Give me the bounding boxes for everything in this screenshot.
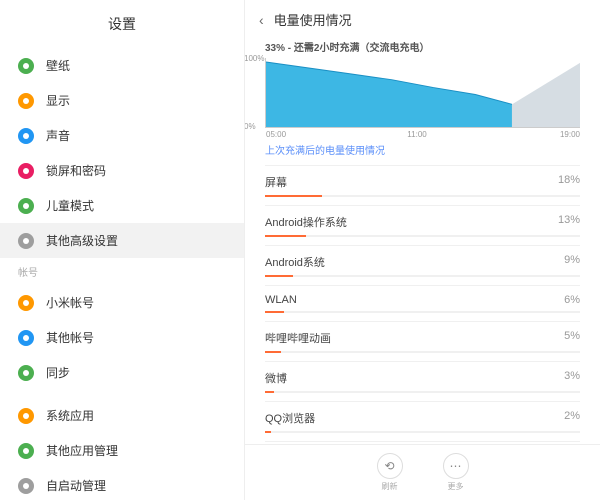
usage-name: QQ浏览器 — [265, 410, 315, 426]
menu-label: 系统应用 — [46, 407, 94, 424]
usage-item[interactable]: 哔哩哔哩动画 5% — [265, 321, 580, 361]
usage-name: 微博 — [265, 370, 287, 386]
usage-bar — [265, 391, 580, 393]
more-button[interactable]: ⋯ 更多 — [443, 453, 469, 492]
usage-name: Android系统 — [265, 254, 325, 270]
usage-name: WLAN — [265, 294, 297, 306]
sidebar-item-小米帐号[interactable]: 小米帐号 — [0, 285, 244, 320]
sidebar-item-自启动管理[interactable]: 自启动管理 — [0, 468, 244, 500]
usage-pct: 3% — [564, 370, 580, 386]
sidebar-item-其他应用管理[interactable]: 其他应用管理 — [0, 433, 244, 468]
sidebar-item-系统应用[interactable]: 系统应用 — [0, 398, 244, 433]
usage-pct: 13% — [558, 214, 580, 230]
usage-bar — [265, 351, 580, 353]
menu-icon — [18, 478, 34, 494]
sidebar-item-儿童模式[interactable]: 儿童模式 — [0, 188, 244, 223]
usage-item[interactable]: 屏幕 18% — [265, 165, 580, 205]
refresh-icon: ⟲ — [377, 453, 403, 479]
menu-label: 儿童模式 — [46, 197, 94, 214]
battery-chart: 100% 0% 05:00 11:00 19:00 — [265, 58, 580, 128]
menu-label: 其他高级设置 — [46, 232, 118, 249]
usage-bar — [265, 431, 580, 433]
usage-pct: 9% — [564, 254, 580, 270]
menu-label: 锁屏和密码 — [46, 162, 106, 179]
more-icon: ⋯ — [443, 453, 469, 479]
sidebar-item-其他帐号[interactable]: 其他帐号 — [0, 320, 244, 355]
menu-icon — [18, 295, 34, 311]
usage-pct: 5% — [564, 330, 580, 346]
usage-bar — [265, 235, 580, 237]
refresh-button[interactable]: ⟲ 刷新 — [377, 453, 403, 492]
back-icon[interactable]: ‹ — [259, 12, 264, 28]
usage-bar — [265, 275, 580, 277]
page-title: 电量使用情况 — [274, 10, 352, 29]
sidebar-item-锁屏和密码[interactable]: 锁屏和密码 — [0, 153, 244, 188]
usage-pct: 18% — [558, 174, 580, 190]
usage-name: 哔哩哔哩动画 — [265, 330, 331, 346]
usage-bar — [265, 195, 580, 197]
battery-status: 33% - 还需2小时充满（交流电充电） — [265, 39, 580, 54]
sidebar-item-显示[interactable]: 显示 — [0, 83, 244, 118]
usage-list: 屏幕 18% Android操作系统 13% Android系统 9% WLAN 6% 哔哩哔哩… — [245, 165, 600, 444]
usage-pct: 2% — [564, 410, 580, 426]
menu-icon — [18, 233, 34, 249]
usage-name: 屏幕 — [265, 174, 287, 190]
sidebar-item-其他高级设置[interactable]: 其他高级设置 — [0, 223, 244, 258]
menu-label: 其他帐号 — [46, 329, 94, 346]
section-account: 帐号 — [0, 258, 244, 285]
usage-item[interactable]: QQ浏览器 2% — [265, 401, 580, 441]
menu-label: 声音 — [46, 127, 70, 144]
sidebar-item-声音[interactable]: 声音 — [0, 118, 244, 153]
usage-item[interactable]: Android系统 9% — [265, 245, 580, 285]
usage-item[interactable]: WLAN 6% — [265, 285, 580, 321]
menu-icon — [18, 330, 34, 346]
menu-label: 壁纸 — [46, 57, 70, 74]
settings-title: 设置 — [0, 0, 244, 48]
menu-icon — [18, 58, 34, 74]
menu-icon — [18, 93, 34, 109]
menu-icon — [18, 365, 34, 381]
usage-item[interactable]: 微博 3% — [265, 361, 580, 401]
menu-label: 其他应用管理 — [46, 442, 118, 459]
menu-icon — [18, 408, 34, 424]
menu-icon — [18, 443, 34, 459]
usage-name: Android操作系统 — [265, 214, 347, 230]
sidebar-item-同步[interactable]: 同步 — [0, 355, 244, 390]
menu-label: 小米帐号 — [46, 294, 94, 311]
menu-icon — [18, 128, 34, 144]
usage-pct: 6% — [564, 294, 580, 306]
menu-icon — [18, 198, 34, 214]
menu-label: 自启动管理 — [46, 477, 106, 494]
menu-icon — [18, 163, 34, 179]
usage-item[interactable]: Android操作系统 13% — [265, 205, 580, 245]
menu-label: 显示 — [46, 92, 70, 109]
menu-label: 同步 — [46, 364, 70, 381]
sidebar-item-壁纸[interactable]: 壁纸 — [0, 48, 244, 83]
usage-bar — [265, 311, 580, 313]
